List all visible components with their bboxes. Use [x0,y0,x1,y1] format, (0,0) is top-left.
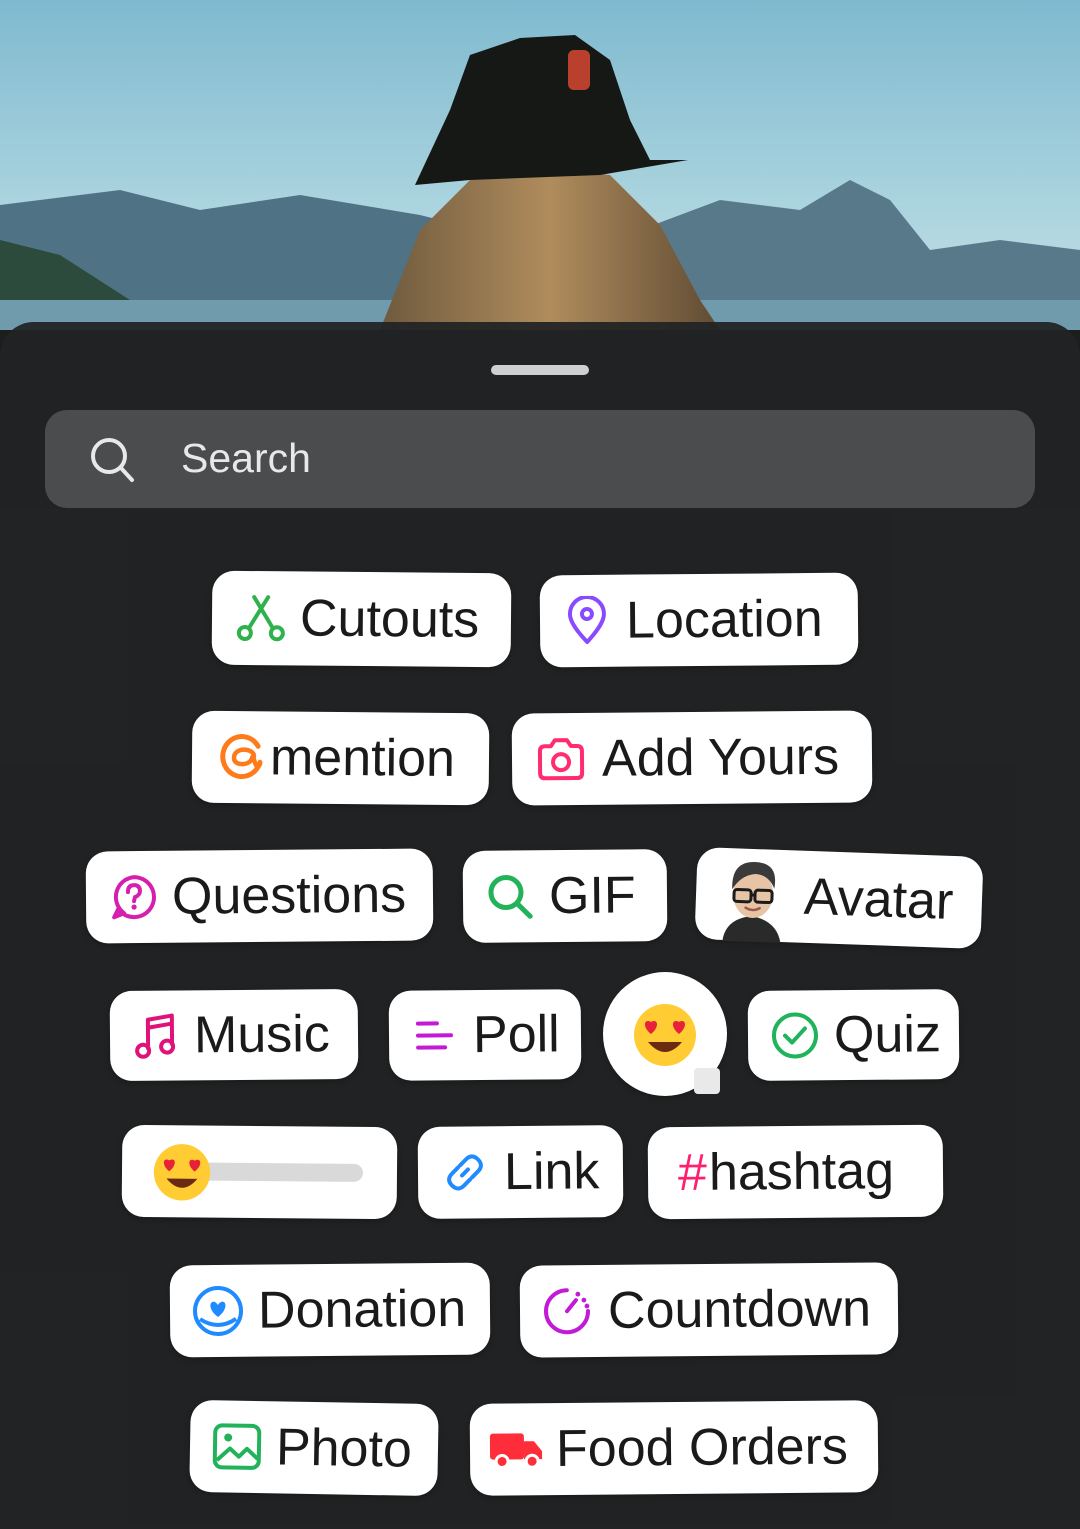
search-input[interactable]: Search [181,432,311,484]
cutouts-label: Cutouts [299,589,480,650]
scissors-icon [236,595,285,642]
food-orders-sticker[interactable]: Food Orders [469,1400,879,1496]
quiz-sticker[interactable]: Quiz [747,989,960,1081]
heart-eyes-emoji-icon [634,1004,696,1066]
emoji-bubble-tail [694,1068,720,1094]
link-label: Link [503,1142,600,1202]
food-orders-label: Food Orders [555,1417,849,1479]
gif-sticker[interactable]: GIF [462,849,668,943]
quiz-label: Quiz [833,1005,942,1065]
questions-sticker[interactable]: Questions [85,848,434,944]
heart-eyes-emoji-icon [153,1144,211,1201]
hashtag-sticker[interactable]: # hashtag [647,1124,944,1220]
music-note-icon [135,1013,176,1059]
mention-label: mention [269,728,456,788]
avatar-label: Avatar [803,867,955,931]
location-sticker[interactable]: Location [539,572,859,668]
hashtag-label: hashtag [708,1142,895,1202]
poll-lines-icon [415,1021,454,1050]
sheet-drag-handle[interactable] [491,365,589,375]
location-label: Location [625,589,823,650]
hash-icon: # [677,1143,708,1203]
add-yours-label: Add Yours [601,727,840,788]
questions-label: Questions [171,865,407,926]
poll-label: Poll [472,1005,560,1065]
cutouts-sticker[interactable]: Cutouts [211,570,512,668]
donation-label: Donation [257,1279,467,1340]
countdown-label: Countdown [607,1279,872,1340]
camera-icon [537,738,585,781]
question-bubble-icon [112,875,156,920]
location-pin-icon [567,595,606,644]
search-icon [91,438,134,482]
poll-sticker[interactable]: Poll [388,989,582,1081]
music-label: Music [193,1005,331,1065]
search-icon [488,875,533,919]
link-sticker[interactable]: Link [417,1125,624,1219]
link-icon [447,1154,483,1191]
donation-sticker[interactable]: Donation [169,1262,491,1358]
gif-label: GIF [548,866,636,926]
photo-sticker[interactable]: Photo [189,1399,439,1497]
countdown-timer-icon [544,1288,591,1335]
check-circle-icon [772,1012,819,1059]
image-icon [212,1423,262,1470]
music-sticker[interactable]: Music [109,988,359,1082]
photo-label: Photo [275,1418,413,1479]
avatar-sticker[interactable]: Avatar [694,847,984,949]
heart-coin-icon [193,1285,244,1336]
add-yours-sticker[interactable]: Add Yours [511,710,873,806]
threads-at-icon [220,734,263,780]
avatar-image [722,862,781,943]
mention-sticker[interactable]: mention [191,710,490,806]
delivery-truck-icon [489,1433,543,1470]
emoji-slider-sticker[interactable] [121,1124,398,1220]
countdown-sticker[interactable]: Countdown [519,1262,899,1358]
